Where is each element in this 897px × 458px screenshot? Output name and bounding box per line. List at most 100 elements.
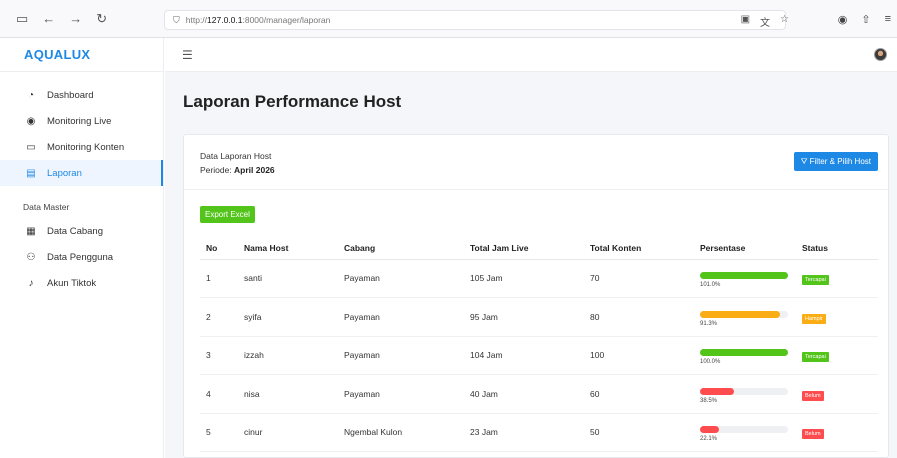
persentase-label: 38.5% <box>700 397 718 404</box>
address-bar[interactable]: ⛉ http://127.0.0.1:8000/manager/laporan <box>164 10 786 30</box>
sidebar-toggle-icon[interactable]: ▭ <box>16 11 28 27</box>
status-badge: Tercapai <box>802 352 829 363</box>
status-badge: Hampir <box>802 313 826 324</box>
col-header-total-konten: Total Konten <box>590 237 700 260</box>
cell-persentase: 101.0% <box>700 259 802 298</box>
cell-persentase: 38.5% <box>700 374 802 414</box>
status-badge: Belum <box>802 429 824 440</box>
cell-nama-host: cinur <box>244 413 344 452</box>
persentase-label: 22.1% <box>700 436 718 443</box>
cell-persentase: 100.0% <box>700 336 802 375</box>
cell-persentase: 91.3% <box>700 297 802 337</box>
url-host: 127.0.0.1 <box>207 15 243 25</box>
col-header-cabang: Cabang <box>344 237 470 260</box>
gauge-icon: ◔ <box>27 89 35 101</box>
card-header: Data Laporan Host Periode: April 2026 ⛛ … <box>184 135 888 190</box>
reader-icon[interactable]: ▣ <box>741 14 750 29</box>
section-title-data-master: Data Master <box>23 202 70 212</box>
account-icon[interactable]: ◉ <box>838 13 848 26</box>
translate-icon[interactable]: 文 <box>760 14 770 29</box>
sidebar-item-label: Data Cabang <box>47 225 103 237</box>
table-row: 3 izzah Payaman 104 Jam 100 100.0% Tercapai <box>200 336 878 375</box>
cell-total-konten: 70 <box>590 259 700 298</box>
cell-status: Tercapai <box>802 336 878 375</box>
brand-logo[interactable]: AQUALUX <box>0 38 163 72</box>
cell-no: 1 <box>200 259 244 298</box>
cell-status: Tercapai <box>802 259 878 298</box>
file-icon: ▤ <box>26 167 36 179</box>
progress-bar <box>700 310 788 318</box>
sidebar-item-data-pengguna[interactable]: ⚇ Data Pengguna <box>0 244 163 270</box>
sidebar-item-monitoring-konten[interactable]: ▭ Monitoring Konten <box>0 134 163 160</box>
table-row: 4 nisa Payaman 40 Jam 60 38.5% Belum <box>200 374 878 414</box>
col-header-nama-host: Nama Host <box>244 237 344 260</box>
status-badge: Tercapai <box>802 275 829 286</box>
sidebar-item-label: Data Pengguna <box>47 251 114 263</box>
sidebar: AQUALUX ◔ Dashboard ◉ Monitoring Live ▭ … <box>0 38 164 458</box>
cell-nama-host: syifa <box>244 297 344 337</box>
periode-value: April 2026 <box>234 165 275 175</box>
cell-total-jam-live: 23 Jam <box>470 413 590 452</box>
avatar[interactable] <box>874 48 887 61</box>
progress-fill <box>700 387 734 395</box>
col-header-total-jam-live: Total Jam Live <box>470 237 590 260</box>
col-header-no: No <box>200 237 244 260</box>
reload-icon[interactable]: ↻ <box>96 11 107 27</box>
progress-fill <box>700 426 720 434</box>
cell-total-jam-live: 105 Jam <box>470 259 590 298</box>
progress-bar <box>700 426 788 434</box>
progress-fill <box>700 349 788 357</box>
cell-cabang: Payaman <box>344 374 470 414</box>
main-content: Laporan Performance Host Data Laporan Ho… <box>165 72 897 458</box>
card-title: Data Laporan Host <box>200 151 272 161</box>
cell-total-konten: 80 <box>590 297 700 337</box>
cell-status: Belum <box>802 413 878 452</box>
shield-icon: ⛉ <box>173 14 180 25</box>
back-icon[interactable]: ← <box>42 11 55 26</box>
sidebar-item-monitoring-live[interactable]: ◉ Monitoring Live <box>0 108 163 134</box>
cell-total-jam-live: 95 Jam <box>470 297 590 337</box>
cell-total-jam-live: 104 Jam <box>470 336 590 375</box>
sidebar-item-laporan[interactable]: ▤ Laporan <box>0 160 163 186</box>
sidebar-item-label: Dashboard <box>47 89 94 101</box>
tiktok-icon: ♪ <box>28 277 34 289</box>
sidebar-item-data-cabang[interactable]: ▦ Data Cabang <box>0 218 163 244</box>
cell-total-konten: 100 <box>590 336 700 375</box>
building-icon: ▦ <box>26 225 36 237</box>
periode-text: Periode: April 2026 <box>200 165 275 175</box>
cell-no: 4 <box>200 374 244 414</box>
progress-bar <box>700 387 788 395</box>
cell-total-konten: 60 <box>590 374 700 414</box>
share-icon[interactable]: ⇧ <box>861 13 870 26</box>
cell-total-jam-live: 40 Jam <box>470 374 590 414</box>
progress-bar <box>700 272 788 280</box>
progress-fill <box>700 310 781 318</box>
users-icon: ⚇ <box>26 251 36 263</box>
bookmark-star-icon[interactable]: ☆ <box>780 14 789 29</box>
export-excel-button[interactable]: Export Excel <box>200 206 255 223</box>
browser-toolbar: ▭ ← → ↻ ⛉ http://127.0.0.1:8000/manager/… <box>0 0 897 38</box>
cell-cabang: Payaman <box>344 336 470 375</box>
cell-status: Hampir <box>802 297 878 337</box>
menu-icon[interactable]: ≡ <box>885 13 891 26</box>
sidebar-item-label: Monitoring Konten <box>47 141 125 153</box>
url-rest: :8000/manager/laporan <box>242 15 331 25</box>
cell-cabang: Payaman <box>344 259 470 298</box>
cell-total-konten: 50 <box>590 413 700 452</box>
sidebar-item-dashboard[interactable]: ◔ Dashboard <box>0 82 163 108</box>
persentase-label: 91.3% <box>700 320 718 327</box>
video-icon: ▭ <box>26 141 36 153</box>
periode-label: Periode: <box>200 165 235 175</box>
status-badge: Belum <box>802 390 824 401</box>
cell-nama-host: izzah <box>244 336 344 375</box>
hamburger-icon[interactable]: ☰ <box>182 48 193 62</box>
table-row: 1 santi Payaman 105 Jam 70 101.0% Tercapai <box>200 259 878 298</box>
table-header-row: No Nama Host Cabang Total Jam Live Total… <box>200 237 878 260</box>
cell-no: 3 <box>200 336 244 375</box>
filter-host-button[interactable]: ⛛ Filter & Pilih Host <box>793 152 878 171</box>
sidebar-item-label: Monitoring Live <box>47 115 112 127</box>
sidebar-item-akun-tiktok[interactable]: ♪ Akun Tiktok <box>0 270 163 296</box>
col-header-status: Status <box>802 237 878 260</box>
cell-no: 2 <box>200 297 244 337</box>
forward-icon[interactable]: → <box>69 11 82 26</box>
